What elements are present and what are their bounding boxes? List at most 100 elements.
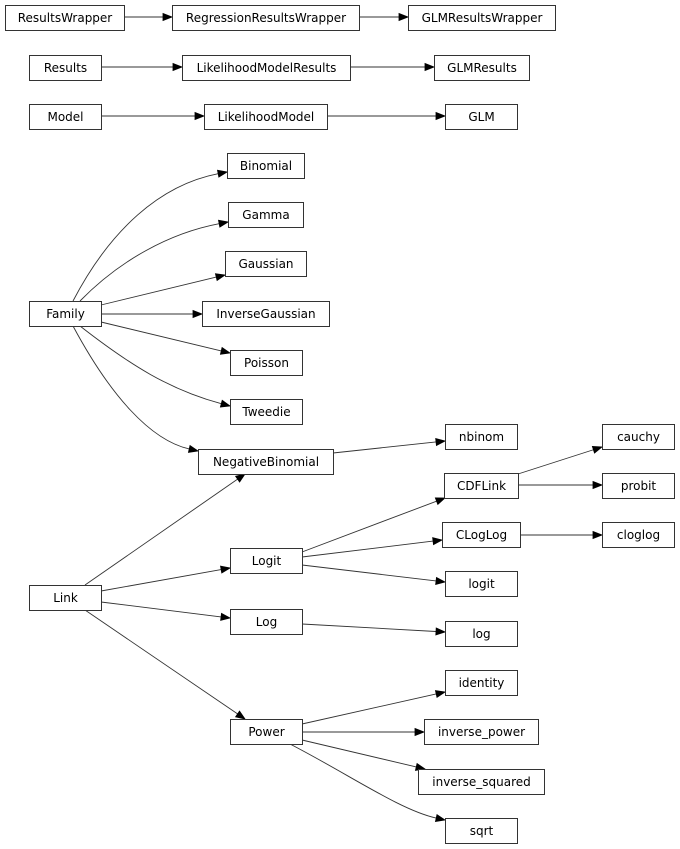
class-node-sqrt[interactable]: sqrt: [445, 818, 518, 844]
arrowhead-icon: [220, 565, 232, 574]
edge-link-to-log: [100, 601, 232, 621]
edge-link-to-power: [84, 609, 246, 720]
class-node-probit[interactable]: probit: [602, 473, 675, 499]
edge-line: [517, 449, 594, 475]
arrowhead-icon: [219, 399, 232, 408]
class-node-results-wrapper[interactable]: ResultsWrapper: [5, 5, 125, 31]
class-node-glmresults-wrapper[interactable]: GLMResultsWrapper: [408, 5, 556, 31]
arrowhead-icon: [234, 710, 246, 720]
edge-line: [289, 743, 437, 819]
edge-line: [100, 569, 222, 592]
arrowhead-icon: [234, 473, 246, 483]
class-node-log[interactable]: Log: [230, 609, 303, 635]
arrowhead-icon: [435, 111, 447, 121]
arrowhead-icon: [187, 444, 200, 453]
class-node-log[interactable]: log: [445, 621, 518, 647]
node-label: Results: [44, 61, 87, 75]
class-node-binomial[interactable]: Binomial: [227, 153, 305, 179]
edge-line: [72, 325, 190, 450]
node-label: log: [472, 627, 490, 641]
class-node-glm[interactable]: GLM: [445, 104, 518, 130]
node-label: identity: [459, 676, 505, 690]
class-node-cloglog[interactable]: cloglog: [602, 522, 675, 548]
class-node-gamma[interactable]: Gamma: [228, 202, 304, 228]
arrowhead-icon: [424, 62, 436, 72]
arrowhead-icon: [162, 12, 174, 22]
arrowhead-icon: [414, 727, 426, 737]
class-node-inverse-power[interactable]: inverse_power: [424, 719, 539, 745]
arrowhead-icon: [435, 627, 447, 636]
class-node-model[interactable]: Model: [29, 104, 102, 130]
node-label: nbinom: [459, 430, 504, 444]
edge-family-to-gamma: [79, 219, 230, 302]
class-node-inverse-gaussian[interactable]: InverseGaussian: [202, 301, 330, 327]
class-node-nbinom[interactable]: nbinom: [445, 424, 518, 450]
edge-line: [301, 693, 437, 725]
edge-family-to-gaussian: [100, 273, 227, 306]
edge-power-to-inverse-power: [302, 727, 426, 737]
arrowhead-icon: [220, 612, 232, 621]
arrowhead-icon: [214, 273, 227, 282]
class-node-likelihood-model[interactable]: LikelihoodModel: [204, 104, 328, 130]
class-node-cdflink[interactable]: CDFLink: [444, 473, 519, 499]
class-node-logit[interactable]: logit: [445, 571, 518, 597]
edge-line: [301, 540, 434, 558]
node-label: Gaussian: [238, 257, 293, 271]
class-node-clog-log[interactable]: CLogLog: [442, 522, 521, 548]
arrowhead-icon: [591, 445, 604, 454]
class-node-inverse-squared[interactable]: inverse_squared: [418, 769, 545, 795]
class-node-logit[interactable]: Logit: [230, 548, 303, 574]
node-label: InverseGaussian: [216, 307, 315, 321]
edge-line: [79, 223, 220, 302]
node-label: Binomial: [240, 159, 292, 173]
class-node-power[interactable]: Power: [230, 719, 303, 745]
edge-likelihood-model-to-glm: [327, 111, 447, 121]
edge-negative-binomial-to-nbinom: [332, 437, 447, 454]
class-node-results[interactable]: Results: [29, 55, 102, 81]
node-label: LikelihoodModel: [218, 110, 315, 124]
node-label: CLogLog: [456, 528, 507, 542]
class-node-negative-binomial[interactable]: NegativeBinomial: [198, 449, 334, 475]
arrowhead-icon: [398, 12, 410, 22]
node-label: Family: [46, 307, 85, 321]
node-label: Link: [53, 591, 78, 605]
node-label: LikelihoodModelResults: [197, 61, 337, 75]
class-node-identity[interactable]: identity: [445, 670, 518, 696]
arrowhead-icon: [432, 537, 444, 546]
edge-line: [79, 325, 222, 405]
edge-link-to-logit: [100, 565, 232, 592]
class-node-likelihood-model-results[interactable]: LikelihoodModelResults: [182, 55, 351, 81]
edge-clog-log-to-cloglog: [520, 530, 604, 540]
edge-line: [100, 601, 222, 618]
class-node-regression-results-wrapper[interactable]: RegressionResultsWrapper: [172, 5, 360, 31]
edge-likelihood-model-results-to-glmresults: [350, 62, 436, 72]
node-label: Log: [256, 615, 277, 629]
edge-line: [301, 564, 437, 582]
class-node-gaussian[interactable]: Gaussian: [225, 251, 307, 277]
edge-cdflink-to-probit: [518, 480, 604, 490]
arrowhead-icon: [194, 111, 206, 121]
edge-family-to-binomial: [72, 169, 229, 302]
class-node-poisson[interactable]: Poisson: [230, 350, 303, 376]
class-node-glmresults[interactable]: GLMResults: [434, 55, 530, 81]
node-label: GLMResultsWrapper: [422, 11, 543, 25]
edge-results-wrapper-to-regression-results-wrapper: [124, 12, 174, 22]
arrowhead-icon: [434, 813, 447, 822]
class-node-family[interactable]: Family: [29, 301, 102, 327]
node-label: Logit: [252, 554, 282, 568]
edge-log-to-log: [301, 623, 447, 636]
edge-cdflink-to-cauchy: [517, 445, 604, 475]
node-label: RegressionResultsWrapper: [186, 11, 346, 25]
class-node-cauchy[interactable]: cauchy: [602, 424, 675, 450]
class-node-tweedie[interactable]: Tweedie: [230, 399, 303, 425]
arrowhead-icon: [192, 309, 204, 319]
arrowhead-icon: [434, 497, 447, 506]
edge-family-to-tweedie: [79, 325, 232, 408]
class-node-link[interactable]: Link: [29, 585, 102, 611]
arrowhead-icon: [435, 437, 447, 447]
arrowhead-icon: [172, 62, 184, 72]
node-label: GLMResults: [447, 61, 517, 75]
node-label: cauchy: [617, 430, 660, 444]
arrowhead-icon: [434, 690, 447, 699]
arrowhead-icon: [592, 480, 604, 490]
